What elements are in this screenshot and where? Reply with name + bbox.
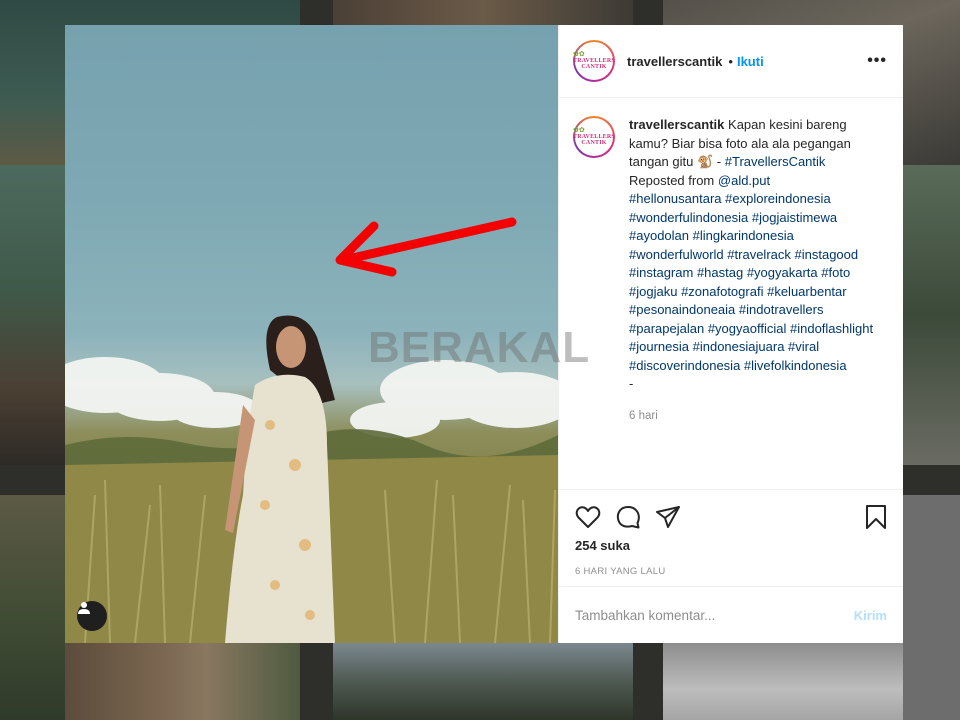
annotation-arrow (335, 217, 517, 277)
